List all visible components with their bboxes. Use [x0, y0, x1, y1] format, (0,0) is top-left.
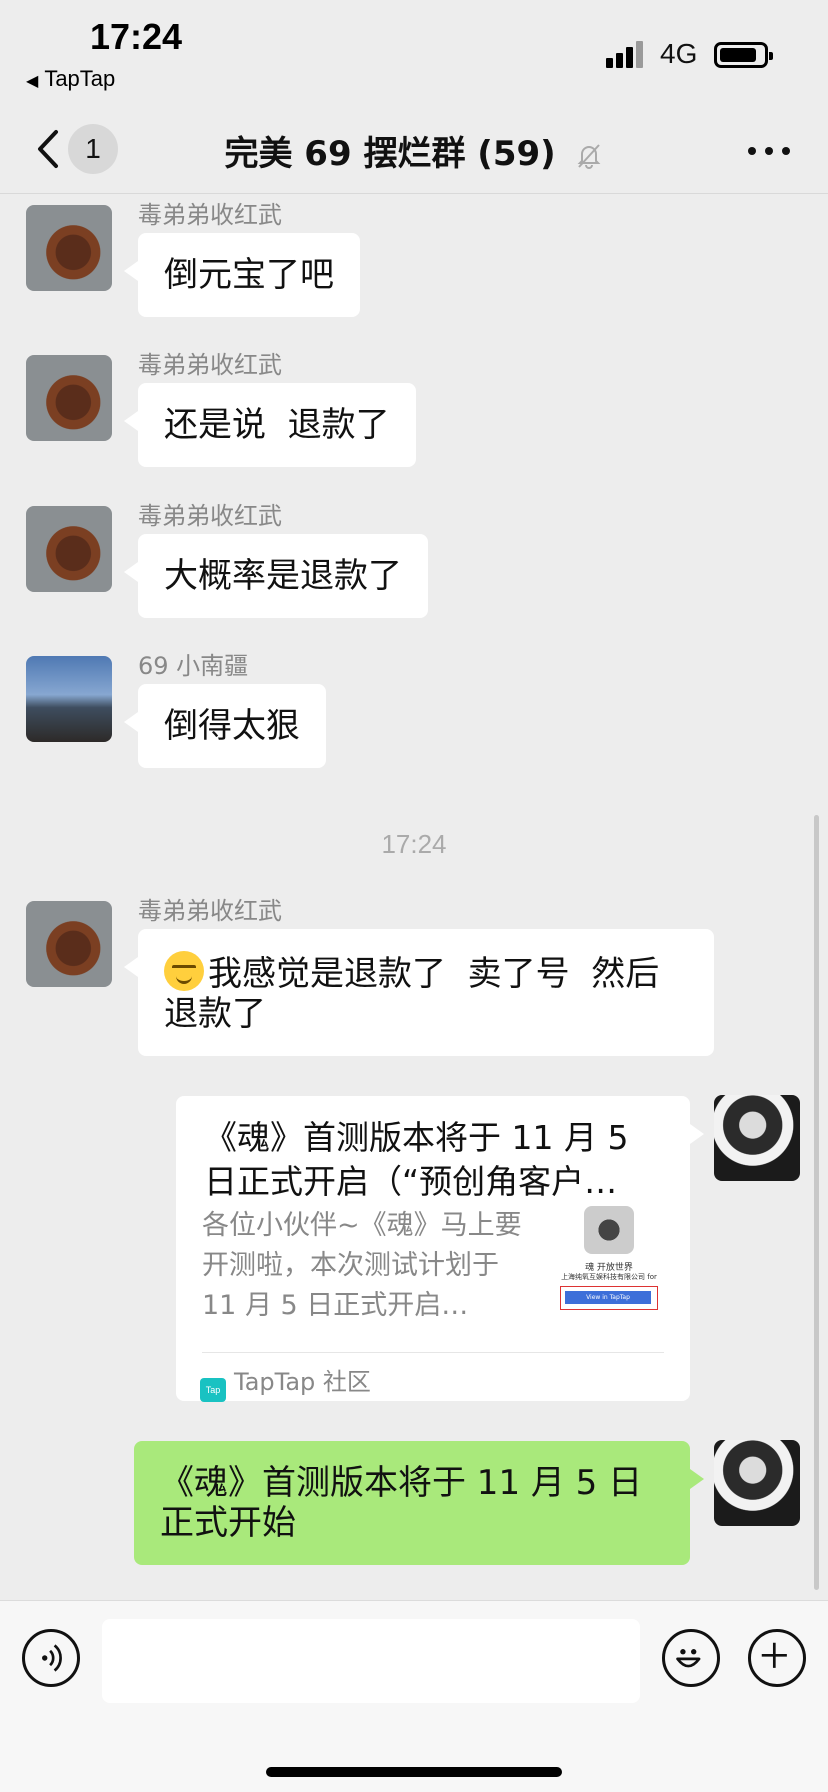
- back-app-label: TapTap: [44, 66, 116, 91]
- sender-name: 69 小南疆: [138, 652, 249, 680]
- avatar[interactable]: [26, 901, 112, 987]
- card-thumbnail: 魂 开放世界 上海纯氧互娱科技有限公司 for View in TapTap: [554, 1206, 664, 1316]
- back-to-app-link[interactable]: ◀ TapTap: [26, 66, 115, 92]
- message-bubble[interactable]: 倒元宝了吧: [124, 233, 360, 317]
- status-bar: 17:24 ◀ TapTap 4G: [0, 0, 828, 110]
- card-source-label: TapTap 社区: [234, 1368, 371, 1396]
- chat-nav-bar: 1 完美 69 摆烂群 (59): [0, 110, 828, 194]
- status-time: 17:24: [90, 16, 183, 57]
- input-bar: [0, 1600, 828, 1792]
- thumb-button: View in TapTap: [565, 1291, 651, 1304]
- battery-icon: [714, 42, 773, 68]
- card-title: 《魂》首测版本将于 11 月 5 日正式开启（“预创角客户…: [204, 1118, 629, 1201]
- avatar[interactable]: [26, 355, 112, 441]
- chat-title: 完美 69 摆烂群 (59): [224, 134, 556, 174]
- avatar[interactable]: [26, 656, 112, 742]
- card-source: Tap TapTap 社区: [200, 1362, 371, 1402]
- taptap-logo-icon: Tap: [200, 1378, 226, 1402]
- link-card[interactable]: 《魂》首测版本将于 11 月 5 日正式开启（“预创角客户… 各位小伙伴~《魂》…: [176, 1096, 704, 1402]
- chat-title-wrap: 完美 69 摆烂群 (59): [0, 126, 828, 175]
- message-list[interactable]: 毒弟弟收红武 倒元宝了吧 毒弟弟收红武 还是说 退款了 毒弟弟收红武 大概率是退…: [0, 195, 828, 1600]
- back-triangle-icon: ◀: [26, 73, 39, 90]
- message-bubble[interactable]: 《魂》首测版本将于 11 月 5 日正式开始: [134, 1441, 704, 1565]
- sender-name: 毒弟弟收红武: [138, 897, 282, 925]
- cellular-signal-icon: [606, 40, 646, 68]
- avatar[interactable]: [714, 1440, 800, 1526]
- message-bubble[interactable]: 大概率是退款了: [124, 534, 428, 618]
- message-input[interactable]: [102, 1619, 640, 1703]
- message-bubble[interactable]: 还是说 退款了: [124, 383, 416, 467]
- thumb-button-frame: View in TapTap: [560, 1286, 658, 1310]
- avatar[interactable]: [714, 1095, 800, 1181]
- more-options-icon[interactable]: [744, 136, 794, 166]
- avatar[interactable]: [26, 506, 112, 592]
- sender-name: 毒弟弟收红武: [138, 201, 282, 229]
- smirk-face-icon: [164, 951, 204, 991]
- home-indicator[interactable]: [266, 1767, 562, 1777]
- scrollbar[interactable]: [814, 815, 819, 1590]
- network-type: 4G: [660, 38, 698, 69]
- message-bubble[interactable]: 倒得太狠: [124, 684, 326, 768]
- voice-icon[interactable]: [22, 1629, 80, 1687]
- plus-icon[interactable]: [748, 1629, 806, 1687]
- game-logo-icon: [584, 1206, 634, 1254]
- muted-bell-icon: [577, 143, 600, 169]
- emoji-icon[interactable]: [662, 1629, 720, 1687]
- message-bubble[interactable]: 我感觉是退款了 卖了号 然后退款了: [124, 929, 714, 1056]
- chat-timestamp: 17:24: [381, 829, 447, 859]
- card-description: 各位小伙伴~《魂》马上要开测啦，本次测试计划于 11 月 5 日正式开启…: [202, 1210, 522, 1321]
- sender-name: 毒弟弟收红武: [138, 351, 282, 379]
- sender-name: 毒弟弟收红武: [138, 502, 282, 530]
- card-divider: [202, 1352, 664, 1353]
- message-text: 我感觉是退款了 卖了号 然后退款了: [164, 954, 660, 1034]
- avatar[interactable]: [26, 205, 112, 291]
- thumb-publisher: 上海纯氧互娱科技有限公司 for: [561, 1273, 657, 1281]
